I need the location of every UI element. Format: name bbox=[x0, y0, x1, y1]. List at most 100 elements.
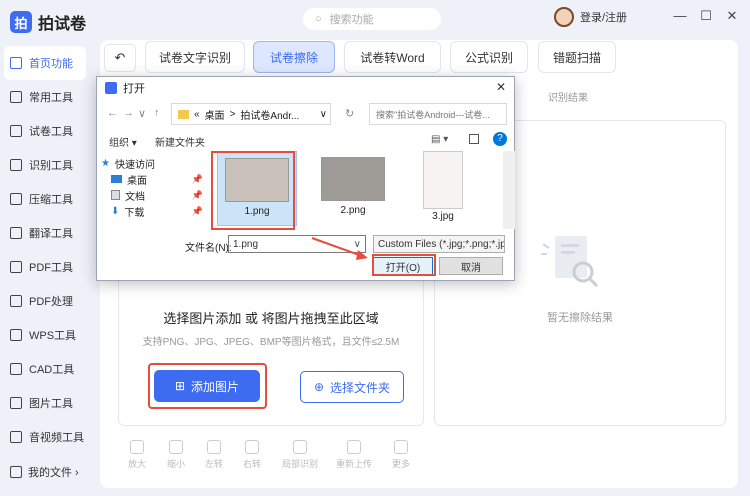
file-type-filter[interactable]: Custom Files (*.jpg;*.png;*.jp bbox=[373, 235, 505, 253]
sidebar-item-home[interactable]: 首页功能 bbox=[4, 46, 86, 80]
zoom-out-button[interactable]: 缩小 bbox=[160, 440, 192, 470]
translate-icon bbox=[10, 227, 22, 239]
rotate-right-button[interactable]: 右转 bbox=[236, 440, 268, 470]
empty-result-text: 暂无擦除结果 bbox=[547, 312, 613, 324]
view-mode-icon[interactable]: ▤ ▾ bbox=[431, 134, 448, 145]
reupload-button[interactable]: 重新上传 bbox=[334, 440, 374, 470]
my-files-link[interactable]: 我的文件 › bbox=[10, 464, 79, 480]
help-icon[interactable]: ? bbox=[493, 132, 507, 146]
tab-text-recognition[interactable]: 试卷文字识别 bbox=[145, 41, 245, 73]
file-item[interactable]: 3.jpg bbox=[403, 151, 483, 226]
partial-recognize-button[interactable]: 局部识别 bbox=[280, 440, 320, 470]
cancel-button[interactable]: 取消 bbox=[439, 257, 503, 275]
download-icon: ⬇ bbox=[111, 205, 120, 217]
pin-icon: 📌 bbox=[191, 205, 203, 216]
history-dropdown-icon[interactable]: ∨ bbox=[138, 107, 146, 120]
filename-dropdown-icon[interactable]: ∨ bbox=[354, 239, 361, 250]
open-button-highlight bbox=[372, 254, 436, 276]
sidebar-item-recognize[interactable]: 识别工具 bbox=[0, 148, 90, 182]
tree-downloads[interactable]: ⬇ 下载 📌 bbox=[101, 203, 211, 219]
file-thumbnail bbox=[423, 151, 463, 209]
sidebar-item-compress[interactable]: 压缩工具 bbox=[0, 182, 90, 216]
dialog-title: 打开 bbox=[123, 83, 145, 95]
pdf-icon bbox=[10, 261, 22, 273]
layers-icon bbox=[10, 91, 22, 103]
folder-icon bbox=[10, 466, 22, 478]
sidebar-item-wps[interactable]: WPS工具 bbox=[0, 318, 90, 352]
file-item[interactable]: 2.png bbox=[313, 151, 393, 226]
rotate-left-button[interactable]: 左转 bbox=[198, 440, 230, 470]
cad-icon bbox=[10, 363, 22, 375]
close-button[interactable]: ✕ bbox=[723, 8, 741, 24]
sidebar-item-pdf-tools[interactable]: PDF工具 bbox=[0, 250, 90, 284]
avatar[interactable] bbox=[554, 7, 574, 27]
sidebar-item-translate[interactable]: 翻译工具 bbox=[0, 216, 90, 250]
wps-icon bbox=[10, 329, 22, 341]
rotate-right-icon bbox=[245, 440, 259, 454]
path-folder[interactable]: 拍试卷Andr... bbox=[240, 107, 299, 122]
search-input[interactable]: ○ 搜索功能 bbox=[303, 8, 441, 30]
compress-icon bbox=[10, 193, 22, 205]
add-image-highlight bbox=[148, 363, 267, 409]
tree-desktop[interactable]: 桌面 📌 bbox=[101, 171, 211, 187]
back-button[interactable]: ↶ bbox=[104, 44, 136, 72]
sidebar: 首页功能 常用工具 试卷工具 识别工具 压缩工具 翻译工具 PDF工具 PDF处… bbox=[0, 46, 90, 496]
tree-documents[interactable]: 文档 📌 bbox=[101, 187, 211, 203]
more-icon bbox=[394, 440, 408, 454]
minimize-button[interactable]: — bbox=[671, 8, 689, 23]
app-logo: 拍 拍试卷 bbox=[10, 10, 86, 34]
sidebar-item-common[interactable]: 常用工具 bbox=[0, 80, 90, 114]
login-link[interactable]: 登录/注册 bbox=[580, 9, 627, 25]
scan-icon bbox=[10, 159, 22, 171]
tab-wrong-question[interactable]: 错题扫描 bbox=[538, 41, 616, 73]
file-list-scrollbar[interactable] bbox=[503, 151, 515, 229]
more-button[interactable]: 更多 bbox=[385, 440, 417, 470]
dialog-close-button[interactable]: ✕ bbox=[496, 80, 506, 94]
sidebar-item-av[interactable]: 音视频工具 bbox=[0, 420, 90, 454]
user-login[interactable]: 登录/注册 bbox=[554, 7, 627, 27]
drop-hint: 支持PNG、JPG、JPEG、BMP等图片格式，且文件≤2.5M bbox=[142, 337, 400, 348]
preview-pane-icon[interactable] bbox=[469, 134, 479, 144]
sidebar-item-exam[interactable]: 试卷工具 bbox=[0, 114, 90, 148]
folder-add-icon: ⊕ bbox=[313, 380, 325, 394]
open-file-dialog: 打开 ✕ ← → ∨ ↑ « 桌面 > 拍试卷Andr... ∨ ↻ 搜索"拍试… bbox=[96, 76, 515, 281]
refresh-icon[interactable]: ↻ bbox=[345, 107, 354, 120]
organize-button[interactable]: 组织 ▾ bbox=[109, 134, 137, 149]
empty-result-icon bbox=[541, 236, 599, 288]
dialog-app-icon bbox=[105, 82, 117, 94]
sidebar-item-pdf-process[interactable]: PDF处理 bbox=[0, 284, 90, 318]
path-desktop[interactable]: 桌面 bbox=[205, 107, 225, 122]
app-title: 拍试卷 bbox=[38, 16, 87, 33]
tab-exam-to-word[interactable]: 试卷转Word bbox=[344, 41, 441, 73]
maximize-button[interactable]: ☐ bbox=[697, 8, 715, 24]
pin-icon: 📌 bbox=[191, 173, 203, 184]
address-bar[interactable]: « 桌面 > 拍试卷Andr... ∨ bbox=[171, 103, 331, 125]
tab-formula[interactable]: 公式识别 bbox=[450, 41, 528, 73]
sidebar-item-cad[interactable]: CAD工具 bbox=[0, 352, 90, 386]
forward-arrow-icon[interactable]: → bbox=[123, 107, 134, 119]
up-folder-icon[interactable]: ↑ bbox=[154, 107, 160, 119]
image-icon bbox=[10, 397, 22, 409]
sidebar-item-image[interactable]: 图片工具 bbox=[0, 386, 90, 420]
dialog-toolbar: 组织 ▾ 新建文件夹 ▤ ▾ ? bbox=[97, 132, 514, 150]
desktop-icon bbox=[111, 175, 122, 183]
zoom-in-button[interactable]: 放大 bbox=[121, 440, 153, 470]
back-arrow-icon[interactable]: ← bbox=[107, 107, 118, 119]
documents-icon bbox=[111, 190, 120, 200]
shrink-icon bbox=[169, 440, 183, 454]
dialog-search-input[interactable]: 搜索"拍试卷Android---试卷... bbox=[369, 103, 507, 125]
star-icon: ★ bbox=[101, 157, 110, 169]
select-folder-button[interactable]: ⊕ 选择文件夹 bbox=[300, 371, 404, 403]
filename-input[interactable]: 1.png ∨ bbox=[228, 235, 366, 253]
path-dropdown-icon[interactable]: ∨ bbox=[320, 109, 327, 120]
drop-title: 选择图片添加 或 将图片拖拽至此区域 bbox=[163, 311, 379, 326]
home-icon bbox=[10, 57, 22, 69]
tab-exam-erase[interactable]: 试卷擦除 bbox=[253, 41, 335, 73]
address-row: ← → ∨ ↑ « 桌面 > 拍试卷Andr... ∨ ↻ 搜索"拍试卷Andr… bbox=[97, 103, 514, 125]
pdf-process-icon bbox=[10, 295, 22, 307]
tree-quick-access[interactable]: ★ 快速访问 bbox=[101, 155, 211, 171]
app-logo-icon: 拍 bbox=[10, 11, 32, 33]
filename-label: 文件名(N): bbox=[185, 243, 232, 254]
pin-icon: 📌 bbox=[191, 189, 203, 200]
new-folder-button[interactable]: 新建文件夹 bbox=[155, 134, 205, 149]
